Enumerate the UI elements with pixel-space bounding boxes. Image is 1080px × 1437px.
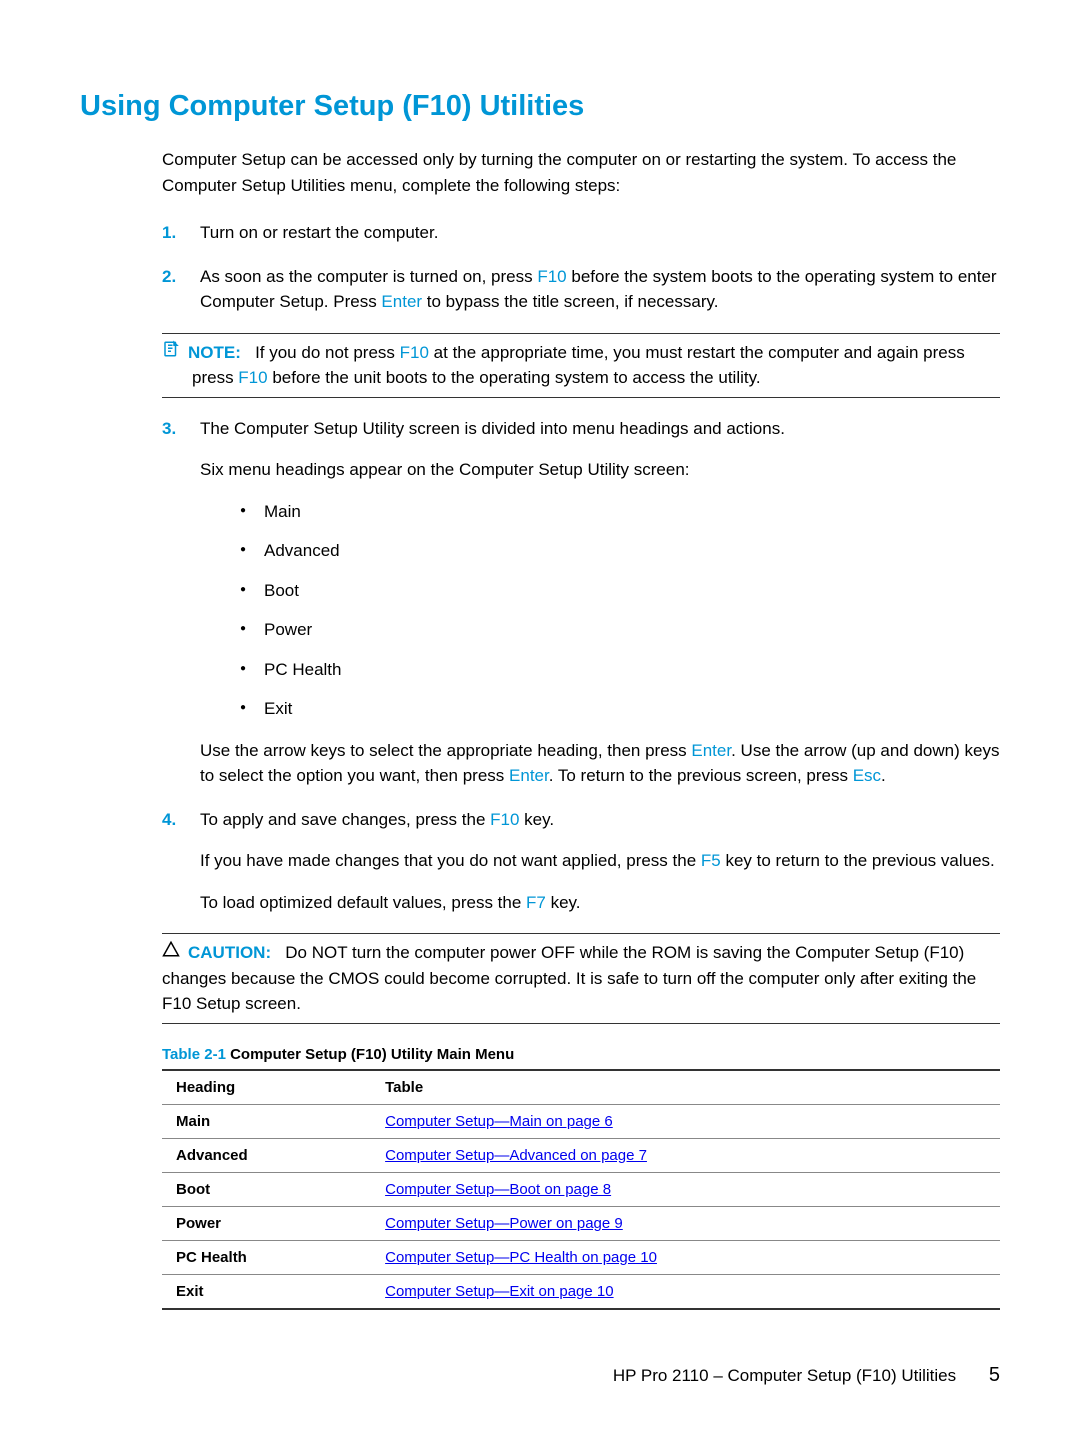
row-heading: PC Health bbox=[162, 1240, 371, 1274]
table-row: Advanced Computer Setup—Advanced on page … bbox=[162, 1138, 1000, 1172]
row-link[interactable]: Computer Setup—Power on page 9 bbox=[385, 1215, 623, 1232]
step-text: If you have made changes that you do not… bbox=[200, 848, 1000, 874]
key-f7: F7 bbox=[526, 893, 546, 912]
caution-box: CAUTION: Do NOT turn the computer power … bbox=[162, 933, 1000, 1024]
key-f5: F5 bbox=[701, 851, 721, 870]
page-footer: HP Pro 2110 – Computer Setup (F10) Utili… bbox=[80, 1364, 1000, 1387]
table-row: Main Computer Setup—Main on page 6 bbox=[162, 1104, 1000, 1138]
step-2: 2. As soon as the computer is turned on,… bbox=[162, 264, 1000, 315]
key-f10: F10 bbox=[400, 343, 429, 362]
note-continuation: press bbox=[192, 368, 238, 387]
step-3: 3. The Computer Setup Utility screen is … bbox=[162, 416, 1000, 789]
note-box: NOTE: If you do not press F10 at the app… bbox=[162, 333, 1000, 398]
row-heading: Boot bbox=[162, 1172, 371, 1206]
row-heading: Advanced bbox=[162, 1138, 371, 1172]
row-heading: Power bbox=[162, 1206, 371, 1240]
key-esc: Esc bbox=[853, 766, 881, 785]
note-label: NOTE: bbox=[188, 343, 241, 362]
note-icon bbox=[162, 340, 182, 366]
key-enter: Enter bbox=[381, 292, 422, 311]
row-heading: Exit bbox=[162, 1274, 371, 1309]
step-4: 4. To apply and save changes, press the … bbox=[162, 807, 1000, 916]
menu-item: PC Health bbox=[240, 657, 1000, 683]
menu-item: Boot bbox=[240, 578, 1000, 604]
key-enter: Enter bbox=[691, 741, 731, 760]
row-link[interactable]: Computer Setup—PC Health on page 10 bbox=[385, 1249, 657, 1266]
caution-label: CAUTION: bbox=[188, 943, 271, 962]
step-number: 1. bbox=[162, 220, 176, 246]
table-header-row: Heading Table bbox=[162, 1070, 1000, 1105]
row-link[interactable]: Computer Setup—Advanced on page 7 bbox=[385, 1147, 647, 1164]
caution-icon bbox=[162, 940, 182, 966]
main-menu-table: Heading Table Main Computer Setup—Main on… bbox=[162, 1069, 1000, 1310]
intro-paragraph: Computer Setup can be accessed only by t… bbox=[162, 147, 1000, 198]
caution-text: Do NOT turn the computer power OFF while… bbox=[162, 943, 976, 1013]
key-f10: F10 bbox=[537, 267, 566, 286]
col-table: Table bbox=[371, 1070, 1000, 1105]
page-title: Using Computer Setup (F10) Utilities bbox=[80, 90, 1000, 123]
steps-list-cont: 3. The Computer Setup Utility screen is … bbox=[162, 416, 1000, 916]
row-link[interactable]: Computer Setup—Boot on page 8 bbox=[385, 1181, 611, 1198]
menu-item: Power bbox=[240, 617, 1000, 643]
table-title: Table 2-1 Computer Setup (F10) Utility M… bbox=[162, 1046, 1000, 1063]
table-row: Exit Computer Setup—Exit on page 10 bbox=[162, 1274, 1000, 1309]
menu-item: Advanced bbox=[240, 538, 1000, 564]
step-text: As soon as the computer is turned on, pr… bbox=[200, 264, 1000, 315]
step-text: The Computer Setup Utility screen is div… bbox=[200, 416, 1000, 442]
table-title-prefix: Table 2-1 bbox=[162, 1046, 226, 1063]
step-number: 2. bbox=[162, 264, 176, 290]
key-f10: F10 bbox=[490, 810, 519, 829]
footer-text: HP Pro 2110 – Computer Setup (F10) Utili… bbox=[613, 1366, 956, 1385]
menu-item: Main bbox=[240, 499, 1000, 525]
step-1: 1. Turn on or restart the computer. bbox=[162, 220, 1000, 246]
step-text: To apply and save changes, press the F10… bbox=[200, 807, 1000, 833]
key-enter: Enter bbox=[509, 766, 549, 785]
row-link[interactable]: Computer Setup—Exit on page 10 bbox=[385, 1283, 613, 1300]
table-row: PC Health Computer Setup—PC Health on pag… bbox=[162, 1240, 1000, 1274]
step-text: To load optimized default values, press … bbox=[200, 890, 1000, 916]
table-row: Power Computer Setup—Power on page 9 bbox=[162, 1206, 1000, 1240]
key-f10: F10 bbox=[238, 368, 267, 387]
step-subtext: Six menu headings appear on the Computer… bbox=[200, 457, 1000, 483]
step-number: 3. bbox=[162, 416, 176, 442]
menu-item: Exit bbox=[240, 696, 1000, 722]
page-number: 5 bbox=[989, 1364, 1000, 1386]
step-text: Turn on or restart the computer. bbox=[200, 220, 1000, 246]
steps-list: 1. Turn on or restart the computer. 2. A… bbox=[162, 220, 1000, 315]
step-number: 4. bbox=[162, 807, 176, 833]
step-usage: Use the arrow keys to select the appropr… bbox=[200, 738, 1000, 789]
row-link[interactable]: Computer Setup—Main on page 6 bbox=[385, 1113, 613, 1130]
table-row: Boot Computer Setup—Boot on page 8 bbox=[162, 1172, 1000, 1206]
row-heading: Main bbox=[162, 1104, 371, 1138]
col-heading: Heading bbox=[162, 1070, 371, 1105]
menu-headings-list: Main Advanced Boot Power PC Health Exit bbox=[240, 499, 1000, 722]
